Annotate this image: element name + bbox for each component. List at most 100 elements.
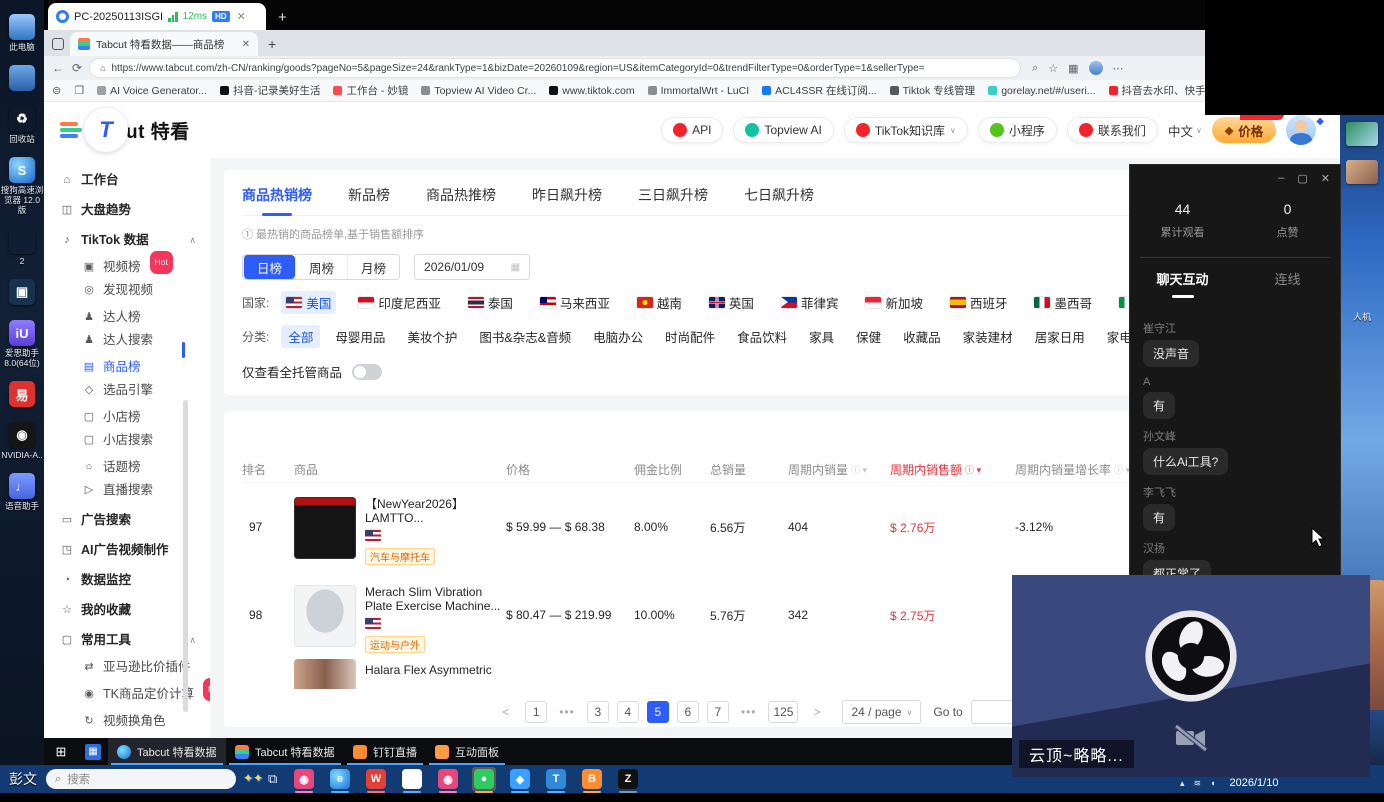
tab-connect[interactable]: 连线 [1235, 269, 1340, 298]
table-column-header[interactable]: 周期内销售额 ⓘ ▾ [890, 461, 1015, 478]
desktop-icon[interactable]: 2 [0, 228, 44, 266]
category-option[interactable]: 全部 [281, 325, 320, 348]
page-button[interactable]: ••• [737, 701, 761, 723]
browser-profile-avatar[interactable] [1089, 61, 1103, 75]
close-icon[interactable]: ✕ [1321, 172, 1330, 185]
volume-icon[interactable]: ◖ [1210, 778, 1215, 788]
country-option[interactable]: 美国 [281, 291, 336, 314]
tab-chat-interaction[interactable]: 聊天互动 [1130, 269, 1235, 298]
sidebar-item[interactable]: ↻ 视频换角色 [60, 711, 210, 732]
category-option[interactable]: 图书&杂志&音频 [472, 325, 578, 348]
taskbar-search-box[interactable]: ⌕ 搜索 [46, 769, 236, 789]
desktop-icon[interactable]: 此电脑 [0, 14, 44, 52]
country-option[interactable]: 泰国 [463, 291, 518, 314]
country-option[interactable]: 印度尼西亚 [353, 291, 446, 314]
bookmark-item[interactable]: 抖音去水印、快手... [1109, 83, 1215, 98]
ranking-tab[interactable]: 新品榜 [348, 185, 390, 205]
reading-list-icon[interactable]: ⊜ [52, 84, 61, 97]
category-option[interactable]: 家装建材 [956, 325, 1020, 348]
sort-info-icons[interactable]: ⓘ ▾ [851, 463, 867, 476]
category-option[interactable]: 食品饮料 [730, 325, 794, 348]
period-tab[interactable]: 日榜 [243, 255, 295, 279]
bookmark-item[interactable]: www.tiktok.com [549, 85, 634, 97]
taskbar-app-icon[interactable]: ∞ [400, 767, 424, 791]
sidebar-item[interactable]: ◇ 选品引擎 [60, 380, 210, 401]
page-button[interactable]: 6 [677, 701, 699, 723]
ranking-tab[interactable]: 三日飙升榜 [638, 185, 708, 205]
page-button[interactable]: 5 [647, 701, 669, 723]
country-option[interactable]: 越南 [632, 291, 687, 314]
sidebar-item[interactable]: ♟ 达人搜索 [60, 330, 210, 351]
desktop-icon[interactable]: ▣ [0, 279, 44, 307]
bookmark-item[interactable]: 抖音-记录美好生活 [220, 83, 321, 98]
language-selector[interactable]: 中文 ∨ [1168, 121, 1202, 140]
extensions-icon[interactable]: ▦ [1068, 62, 1078, 75]
page-button[interactable]: ••• [555, 701, 579, 723]
table-column-header[interactable]: 排名 [242, 461, 294, 478]
sidebar-scrollbar[interactable] [183, 400, 188, 712]
taskbar-app-icon[interactable]: T [544, 767, 568, 791]
taskbar-task[interactable]: Tabcut 特看数据... [108, 738, 226, 765]
desktop-icon[interactable]: iU 爱思助手 8.0(64位) [0, 320, 44, 368]
tray-up-icon[interactable]: ▴ [1180, 778, 1185, 789]
sidebar-item[interactable]: ◎ 发现视频 [60, 280, 210, 301]
sort-info-icons[interactable]: ⓘ ▾ [1114, 463, 1130, 476]
desktop-icon[interactable]: 易 [0, 381, 44, 409]
page-button[interactable]: < [495, 701, 517, 723]
taskbar-app-icon[interactable]: ◉ [436, 767, 460, 791]
page-button[interactable]: 1 [525, 701, 547, 723]
desktop-photo-icon[interactable] [1346, 122, 1378, 146]
bookmark-item[interactable]: ImmortalWrt - LuCI [648, 85, 749, 97]
bookmark-item[interactable]: Topview AI Video Cr... [421, 85, 536, 97]
goto-page-input[interactable] [971, 700, 1015, 724]
category-option[interactable]: 保健 [849, 325, 888, 348]
bookmark-item[interactable]: 工作台 - 妙镜 [333, 83, 408, 98]
task-view-icon[interactable]: ⧉ [268, 771, 277, 787]
taskbar-task[interactable]: Tabcut 特看数据... [226, 738, 344, 765]
country-option[interactable]: 新加坡 [860, 291, 928, 314]
country-option[interactable]: 西班牙 [945, 291, 1013, 314]
close-tab-icon[interactable]: ✕ [242, 39, 250, 50]
table-column-header[interactable]: 周期内销量 ⓘ ▾ [788, 461, 890, 478]
user-avatar[interactable] [1286, 115, 1316, 145]
sidebar-item[interactable]: ♪ TikTok 数据 ∧ [60, 230, 210, 251]
category-option[interactable]: 收藏品 [896, 325, 948, 348]
category-option[interactable]: 家具 [802, 325, 841, 348]
nav-item[interactable]: TikTok知识库 ∨ [844, 117, 968, 143]
maximize-icon[interactable]: ▢ [1297, 172, 1307, 185]
page-button[interactable]: 7 [707, 701, 729, 723]
managed-toggle-switch[interactable] [352, 364, 382, 380]
table-column-header[interactable]: 总销量 [710, 461, 788, 478]
bookmark-item[interactable]: AI Voice Generator... [97, 85, 207, 97]
sidebar-item[interactable]: ◫ 大盘趋势 [60, 200, 210, 221]
ranking-tab[interactable]: 商品热推榜 [426, 185, 496, 205]
page-button[interactable]: 4 [617, 701, 639, 723]
category-option[interactable]: 美妆个护 [400, 325, 464, 348]
taskbar-task[interactable]: 互动面板 [426, 738, 508, 765]
tabcut-logo[interactable]: T ut 特看 [60, 108, 190, 152]
taskbar-task[interactable]: 钉钉直播 [344, 738, 426, 765]
nav-item[interactable]: Topview AI [733, 117, 833, 143]
page-size-select[interactable]: 24 / page ∨ [842, 700, 921, 724]
period-tab[interactable]: 周榜 [295, 255, 347, 279]
taskbar-app-icon[interactable]: ◉ [292, 767, 316, 791]
remote-session-tab[interactable]: PC-20250113ISGI 12ms HD ✕ [48, 3, 266, 30]
table-column-header[interactable]: 佣金比例 [634, 461, 710, 478]
pricing-button[interactable]: ◆ 价格 [1212, 117, 1276, 143]
sidebar-item[interactable]: ♟ 达人榜 [60, 307, 210, 328]
address-bar[interactable]: ⌂ https://www.tabcut.com/zh-CN/ranking/g… [90, 59, 1020, 77]
country-option[interactable]: 英国 [704, 291, 759, 314]
bookmark-item[interactable]: Tiktok 专线管理 [890, 83, 976, 98]
new-session-button[interactable]: + [278, 9, 287, 26]
country-option[interactable]: 墨西哥 [1029, 291, 1097, 314]
ranking-tab[interactable]: 商品热销榜 [242, 185, 312, 205]
bookmarks-folder-icon[interactable]: ❐ [74, 84, 84, 97]
page-button[interactable]: 3 [587, 701, 609, 723]
search-icon[interactable]: ⌕ [1032, 62, 1038, 75]
taskbar-app-icon[interactable]: W [364, 767, 388, 791]
ranking-tab[interactable]: 七日飙升榜 [744, 185, 814, 205]
calculator-taskbar-icon[interactable]: ▦ [78, 738, 108, 765]
bookmark-item[interactable]: gorelay.net/#/useri... [988, 85, 1095, 97]
page-button[interactable]: 125 [768, 701, 798, 723]
sidebar-item[interactable]: ▣ 视频榜 Hot [60, 257, 210, 278]
